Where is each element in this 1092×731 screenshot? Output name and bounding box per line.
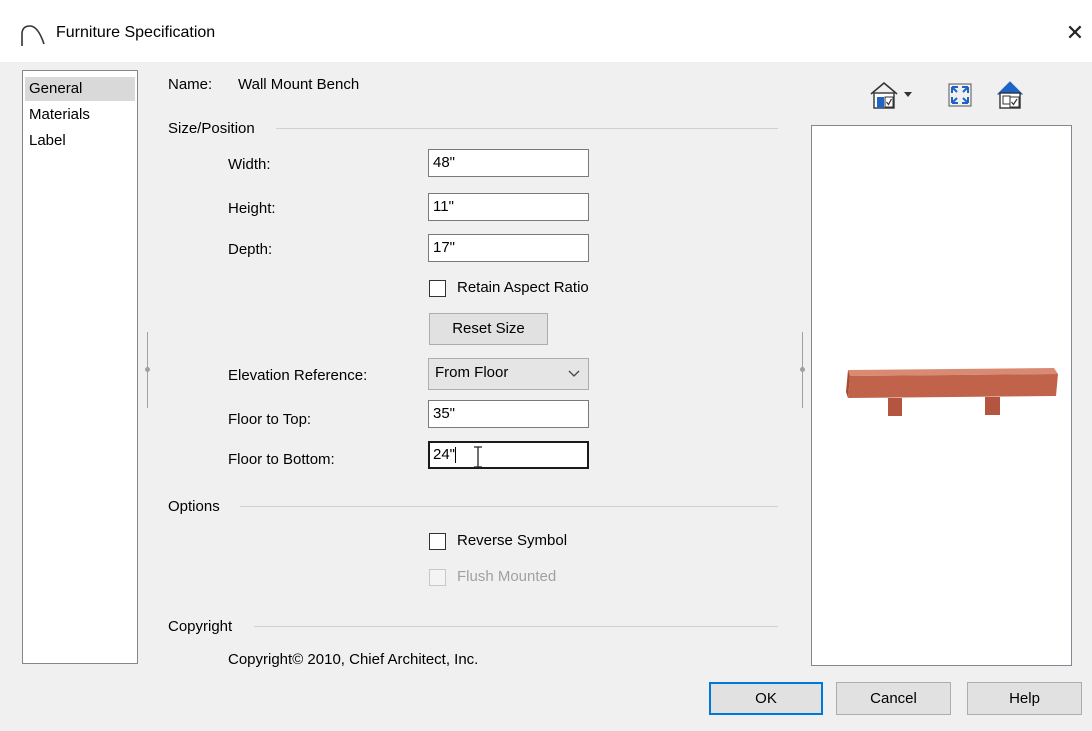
help-button[interactable]: Help: [967, 682, 1082, 715]
display-options-button[interactable]: [993, 78, 1027, 112]
left-splitter-grip: [145, 367, 150, 372]
height-label: Height:: [228, 200, 276, 217]
retain-aspect-ratio-label[interactable]: Retain Aspect Ratio: [457, 279, 589, 296]
height-field[interactable]: 11": [428, 193, 589, 221]
name-value: Wall Mount Bench: [238, 76, 360, 93]
right-splitter-grip: [800, 367, 805, 372]
size-position-divider: [276, 128, 778, 129]
close-button[interactable]: ✕: [1060, 18, 1090, 48]
camera-view-button[interactable]: [866, 78, 916, 112]
sidebar-item-label[interactable]: Label: [25, 129, 135, 153]
camera-view-icon: [870, 81, 912, 109]
preview-pane[interactable]: [811, 125, 1072, 666]
elevation-reference-label: Elevation Reference:: [228, 367, 368, 384]
fill-window-icon: [948, 83, 972, 107]
flush-mounted-label: Flush Mounted: [457, 568, 557, 585]
sidebar-item-materials[interactable]: Materials: [25, 103, 135, 127]
window-title: Furniture Specification: [56, 24, 216, 41]
copyright-text: Copyright© 2010, Chief Architect, Inc.: [228, 651, 479, 668]
cancel-button[interactable]: Cancel: [836, 682, 951, 715]
copyright-divider: [254, 626, 778, 627]
copyright-group-label: Copyright: [168, 618, 233, 635]
app-arch-icon: [18, 20, 48, 50]
fill-window-button[interactable]: [943, 78, 977, 112]
ibeam-cursor-icon: [472, 446, 484, 474]
bench-preview-image: [846, 368, 1058, 416]
flush-mounted-checkbox: [429, 569, 446, 586]
depth-field[interactable]: 17": [428, 234, 589, 262]
depth-label: Depth:: [228, 241, 273, 258]
retain-aspect-ratio-checkbox[interactable]: [429, 280, 446, 297]
text-caret: [455, 447, 457, 464]
sidebar-list: General Materials Label: [22, 70, 138, 664]
floor-to-bottom-field[interactable]: 24": [428, 441, 589, 469]
ok-button[interactable]: OK: [709, 682, 823, 715]
sidebar-item-general[interactable]: General: [25, 77, 135, 101]
elevation-reference-value: From Floor: [435, 364, 509, 381]
size-position-group-label: Size/Position: [168, 120, 255, 137]
floor-to-top-label: Floor to Top:: [228, 411, 312, 428]
options-divider: [240, 506, 778, 507]
display-options-icon: [996, 81, 1024, 109]
width-field[interactable]: 48": [428, 149, 589, 177]
reverse-symbol-checkbox[interactable]: [429, 533, 446, 550]
floor-to-bottom-label: Floor to Bottom:: [228, 451, 335, 468]
chevron-down-icon: [568, 366, 580, 383]
floor-to-top-field[interactable]: 35": [428, 400, 589, 428]
reset-size-button[interactable]: Reset Size: [429, 313, 548, 345]
reverse-symbol-label[interactable]: Reverse Symbol: [457, 532, 567, 549]
elevation-reference-select[interactable]: From Floor: [428, 358, 589, 390]
floor-to-bottom-value: 24": [433, 446, 456, 463]
options-group-label: Options: [168, 498, 220, 515]
width-label: Width:: [228, 156, 271, 173]
name-label: Name:: [168, 76, 213, 93]
